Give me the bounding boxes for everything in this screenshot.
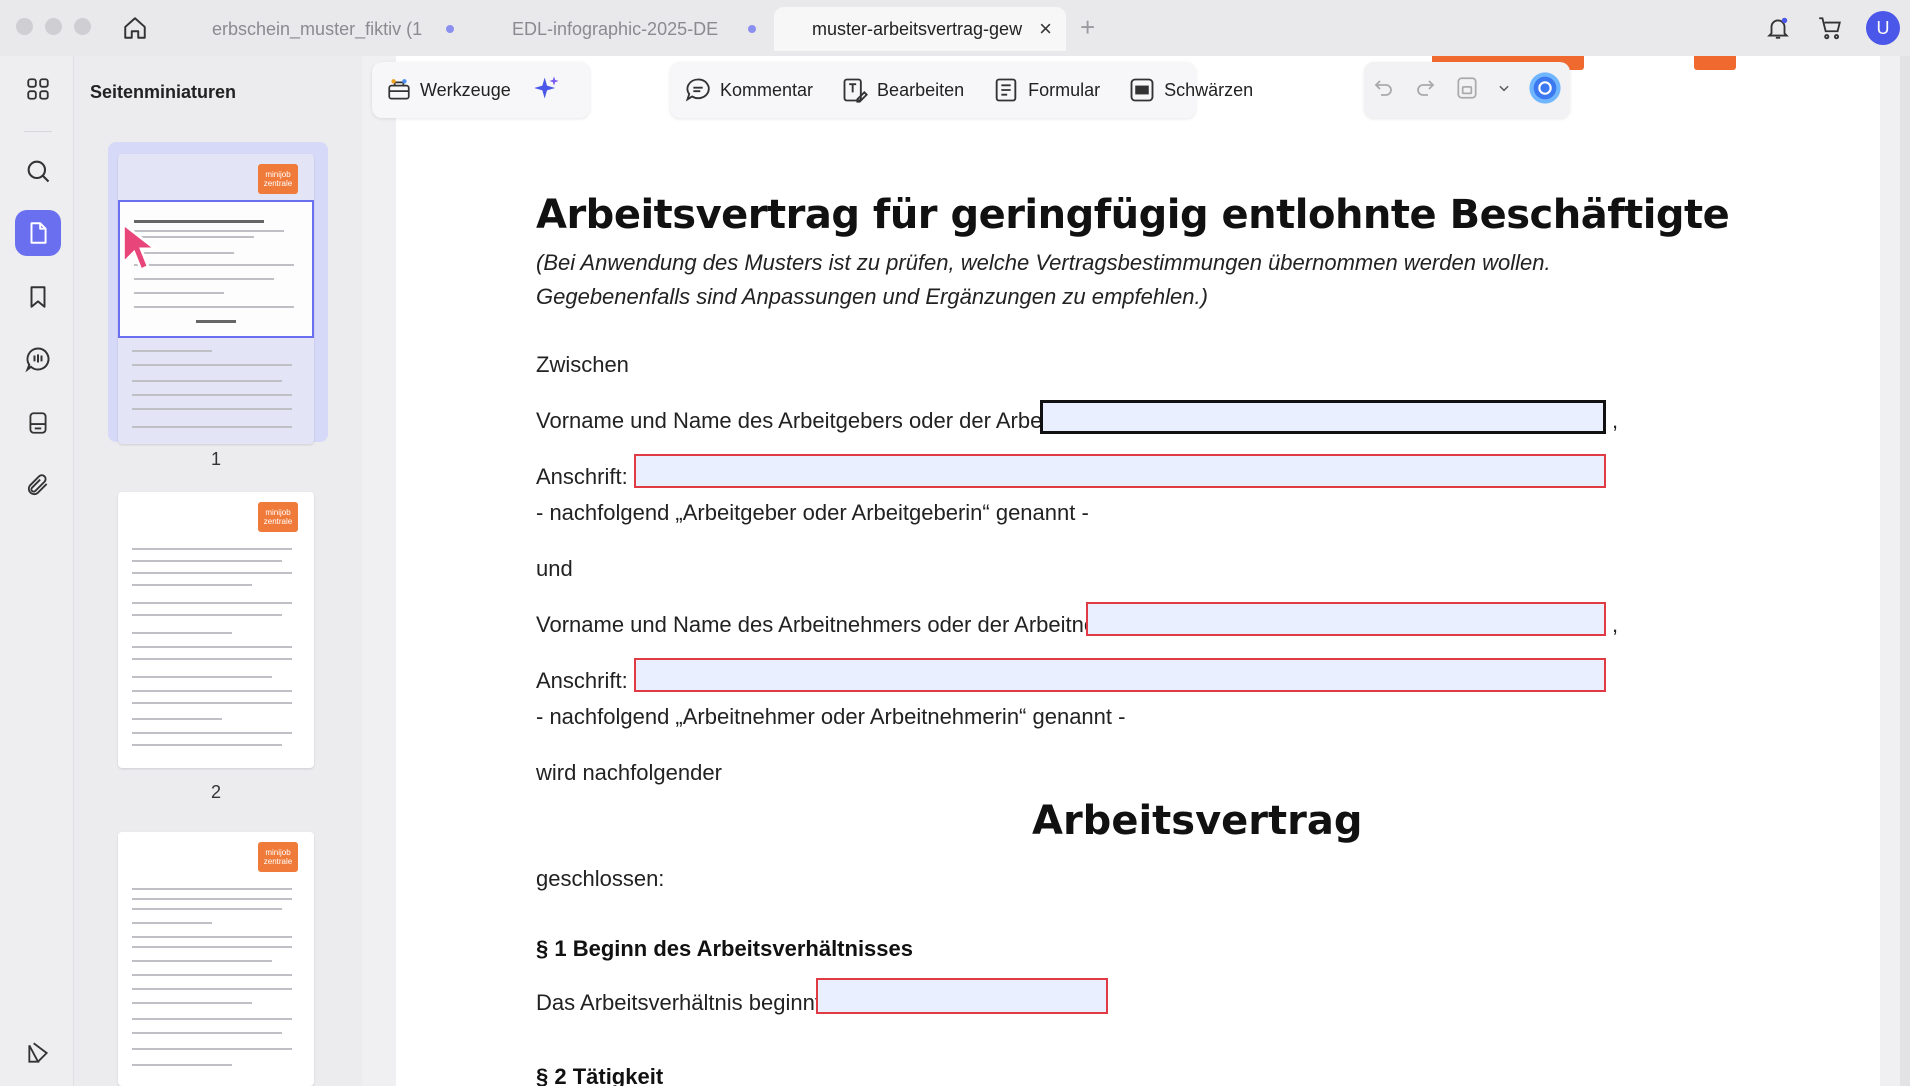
form-icon [992, 76, 1020, 104]
document-note-line-2: Gegebenenfalls sind Anpassungen und Ergä… [536, 284, 1208, 309]
start-date-field[interactable] [816, 978, 1108, 1014]
bookmark-icon[interactable] [15, 274, 61, 320]
unsaved-dot-icon [446, 25, 454, 33]
new-tab-icon[interactable]: + [1080, 12, 1095, 43]
apps-grid-icon[interactable] [15, 66, 61, 112]
left-rail [0, 56, 74, 1086]
attachment-icon[interactable] [15, 462, 61, 508]
panel-title: Seitenminiaturen [90, 82, 237, 102]
rail-divider [24, 131, 52, 132]
tab-document-1[interactable]: erbschein_muster_fiktiv (1 [174, 7, 470, 51]
redo-icon[interactable] [1413, 76, 1437, 105]
thumbnails-panel: Seitenminiaturen minijob zentrale 1 mini… [74, 56, 362, 1086]
close-window-button[interactable] [16, 18, 33, 35]
comment-mode-button[interactable]: Kommentar [670, 62, 827, 118]
document-area: Arbeitsvertrag für geringfügig entlohnte… [362, 56, 1910, 1086]
ai-orb-icon[interactable] [1528, 71, 1562, 110]
comma-text: , [1612, 408, 1619, 433]
page-number-2: 2 [211, 782, 222, 802]
toolbox-icon [386, 77, 412, 103]
page-thumbnail-2[interactable]: minijob zentrale [118, 492, 314, 768]
contract-heading: Arbeitsvertrag [1032, 798, 1363, 844]
brand-strip [1694, 56, 1736, 70]
minimize-window-button[interactable] [45, 18, 62, 35]
edit-modes-toolbar: Kommentar Bearbeiten Formular Schwärzen [670, 62, 1253, 118]
tab-label: EDL-infographic-2025-DE [512, 18, 719, 39]
tab-label: muster-arbeitsvertrag-gew [812, 18, 1023, 39]
home-icon[interactable] [118, 12, 152, 44]
edit-label: Bearbeiten [877, 79, 965, 100]
employee-name-field[interactable] [1086, 602, 1606, 636]
form-label: Formular [1028, 79, 1101, 100]
layers-icon[interactable] [15, 1030, 61, 1076]
employer-suffix-text: - nachfolgend „Arbeitgeber oder Arbeitge… [536, 500, 1089, 525]
section-2-heading: § 2 Tätigkeit [536, 1064, 664, 1086]
minijob-logo: minijob zentrale [258, 164, 298, 194]
employee-address-label: Anschrift: [536, 668, 628, 693]
employee-address-field[interactable] [634, 658, 1606, 692]
page-thumbnails-icon[interactable] [15, 210, 61, 256]
page-thumbnail-3[interactable]: minijob zentrale [118, 832, 314, 1086]
following-text: wird nachfolgender [536, 760, 722, 785]
page-number-1: 1 [211, 449, 222, 469]
redact-label: Schwärzen [1164, 79, 1254, 100]
comment-icon [684, 76, 712, 104]
history-toolbar [1364, 62, 1570, 118]
comment-label: Kommentar [720, 79, 814, 100]
tools-label: Werkzeuge [420, 79, 511, 100]
tab-label: erbschein_muster_fiktiv (1 [212, 18, 423, 39]
chevron-down-icon[interactable] [1497, 81, 1511, 100]
employer-address-label: Anschrift: [536, 464, 628, 489]
employee-suffix-text: - nachfolgend „Arbeitnehmer oder Arbeitn… [536, 704, 1126, 729]
employer-name-field[interactable] [1040, 400, 1606, 434]
document-page: Arbeitsvertrag für geringfügig entlohnte… [396, 56, 1880, 1086]
section-1-heading: § 1 Beginn des Arbeitsverhältnisses [536, 936, 913, 961]
page-thumbnail-1[interactable]: minijob zentrale [118, 154, 314, 444]
user-avatar[interactable]: U [1866, 11, 1900, 45]
unsaved-dot-icon [748, 25, 756, 33]
search-icon[interactable] [15, 148, 61, 194]
document-scrollbar[interactable] [1900, 56, 1910, 1086]
ai-assistant-button[interactable] [525, 62, 569, 118]
edit-text-icon [841, 76, 869, 104]
cart-icon[interactable] [1814, 12, 1846, 44]
tab-document-active[interactable]: muster-arbeitsvertrag-gew × [774, 7, 1066, 51]
title-bar: erbschein_muster_fiktiv (1 EDL-infograph… [0, 0, 1910, 56]
form-mode-button[interactable]: Formular [978, 62, 1114, 118]
employee-name-label: Vorname und Name des Arbeitnehmers oder … [536, 612, 1170, 637]
notification-bell-icon[interactable] [1762, 12, 1794, 44]
minijob-logo: minijob zentrale [258, 842, 298, 872]
redact-icon [1128, 76, 1156, 104]
tab-document-2[interactable]: EDL-infographic-2025-DE [474, 7, 770, 51]
document-note-line-1: (Bei Anwendung des Musters ist zu prüfen… [536, 250, 1551, 275]
concluded-text: geschlossen: [536, 866, 665, 891]
document-stack-icon[interactable] [15, 400, 61, 446]
between-text: Zwischen [536, 352, 629, 377]
redact-mode-button[interactable]: Schwärzen [1114, 62, 1267, 118]
and-text: und [536, 556, 573, 581]
comma-text: , [1612, 612, 1619, 637]
document-title: Arbeitsvertrag für geringfügig entlohnte… [536, 192, 1730, 238]
save-icon[interactable] [1454, 75, 1480, 106]
minijob-logo: minijob zentrale [258, 502, 298, 532]
close-tab-icon[interactable]: × [1039, 16, 1052, 42]
sparkle-icon [533, 74, 561, 107]
employer-address-field[interactable] [634, 454, 1606, 488]
comments-icon[interactable] [15, 336, 61, 382]
tools-toolbar: Werkzeuge [372, 62, 590, 118]
undo-icon[interactable] [1372, 76, 1396, 105]
tools-button[interactable]: Werkzeuge [372, 62, 525, 118]
mouse-cursor-icon [120, 220, 162, 279]
zoom-window-button[interactable] [74, 18, 91, 35]
section-1-text: Das Arbeitsverhältnis beginnt am [536, 990, 858, 1015]
edit-mode-button[interactable]: Bearbeiten [827, 62, 978, 118]
